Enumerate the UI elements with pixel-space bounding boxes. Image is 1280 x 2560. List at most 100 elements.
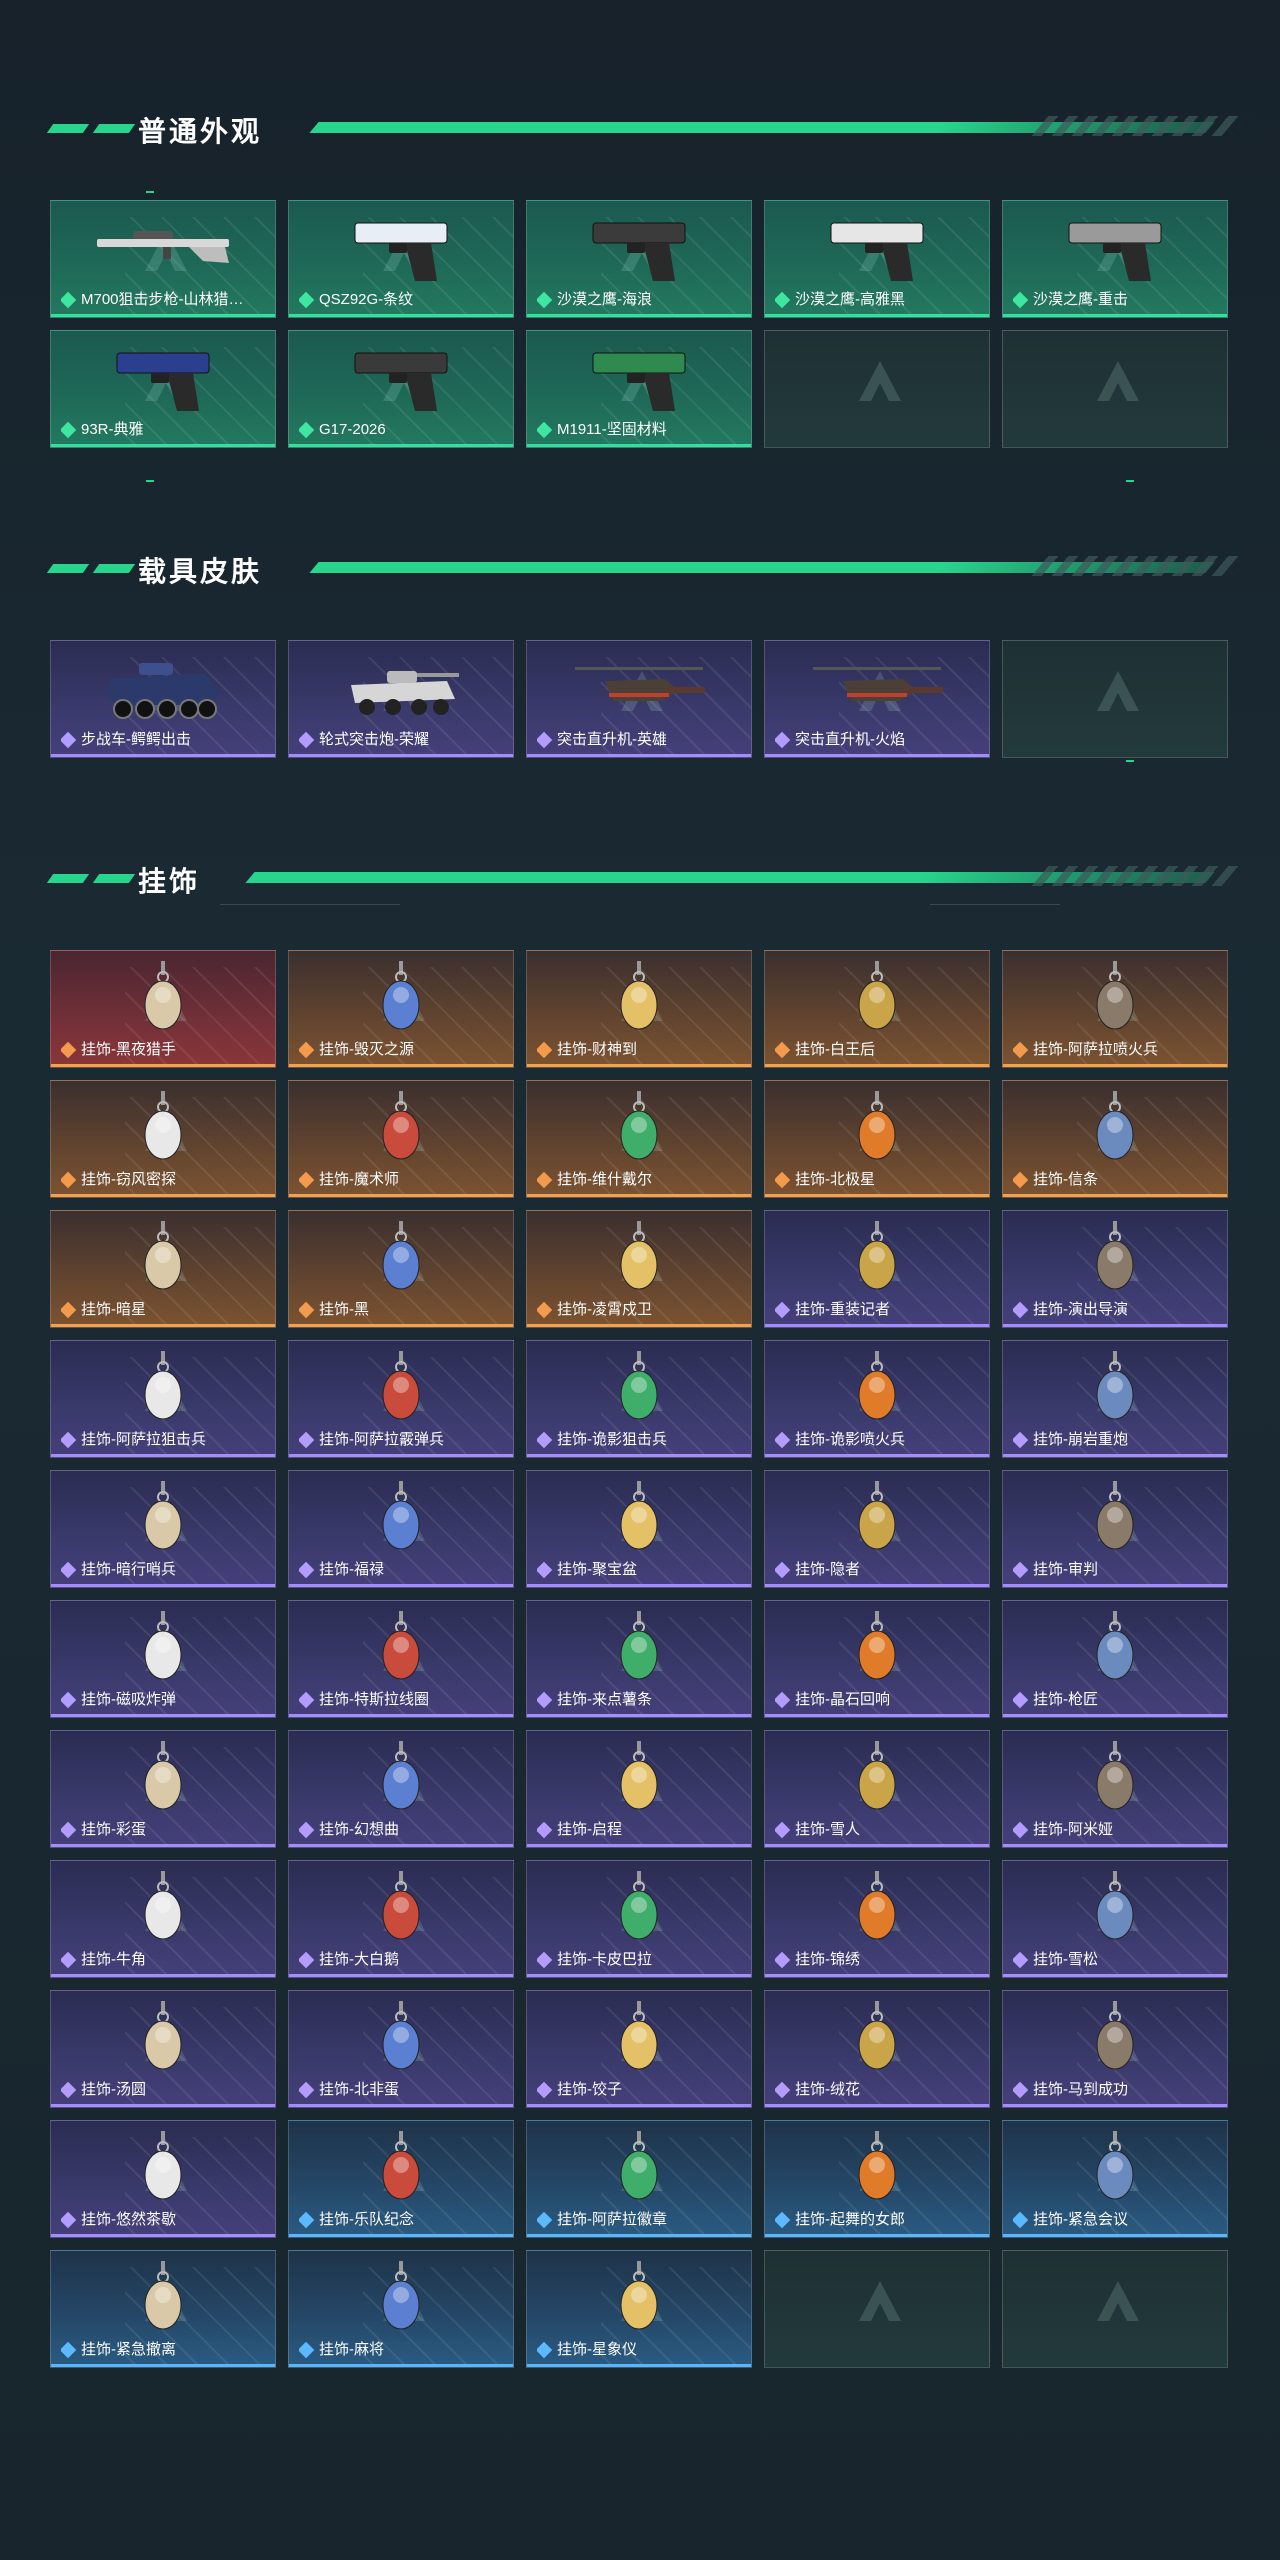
charm-tile[interactable]: 挂饰-饺子	[526, 1990, 752, 2108]
charm-label: 挂饰-汤圆	[61, 2081, 146, 2099]
charm-tile[interactable]: 挂饰-起舞的女郎	[764, 2120, 990, 2238]
rarity-diamond-icon	[775, 2081, 791, 2099]
rarity-diamond-icon	[775, 2211, 791, 2229]
charm-tile[interactable]: 挂饰-北非蛋	[288, 1990, 514, 2108]
charm-tile[interactable]: 挂饰-演出导演	[1002, 1210, 1228, 1328]
charm-tile[interactable]: 挂饰-枪匠	[1002, 1600, 1228, 1718]
charm-tile[interactable]: 挂饰-财神到	[526, 950, 752, 1068]
rarity-diamond-icon	[61, 1041, 77, 1059]
charm-tile[interactable]: 挂饰-悠然茶歇	[50, 2120, 276, 2238]
weapon-skin-tile[interactable]: 沙漠之鹰-重击	[1002, 200, 1228, 318]
charm-tile[interactable]: 挂饰-阿萨拉狙击兵	[50, 1340, 276, 1458]
charm-tile[interactable]: 挂饰-维什戴尔	[526, 1080, 752, 1198]
vehicle-skin-tile[interactable]: 突击直升机-英雄	[526, 640, 752, 758]
charm-tile[interactable]: 挂饰-阿萨拉徽章	[526, 2120, 752, 2238]
item-name: 挂饰-绒花	[795, 2081, 860, 2098]
vehicle-skin-tile[interactable]: 突击直升机-火焰	[764, 640, 990, 758]
weapon-skin-tile[interactable]: 沙漠之鹰-海浪	[526, 200, 752, 318]
charm-tile[interactable]: 挂饰-大白鹅	[288, 1860, 514, 1978]
charm-tile[interactable]: 挂饰-凌霄戍卫	[526, 1210, 752, 1328]
item-name: 挂饰-锦绣	[795, 1951, 860, 1968]
charm-label: 挂饰-重装记者	[775, 1301, 890, 1319]
rarity-diamond-icon	[299, 1821, 315, 1839]
charm-tile[interactable]: 挂饰-重装记者	[764, 1210, 990, 1328]
charm-label: 挂饰-隐者	[775, 1561, 860, 1579]
rarity-diamond-icon	[1013, 1171, 1029, 1189]
charm-tile[interactable]: 挂饰-锦绣	[764, 1860, 990, 1978]
charm-tile[interactable]: 挂饰-魔术师	[288, 1080, 514, 1198]
charm-tile[interactable]: 挂饰-马到成功	[1002, 1990, 1228, 2108]
charm-tile[interactable]: 挂饰-福禄	[288, 1470, 514, 1588]
rarity-diamond-icon	[537, 421, 553, 439]
charm-tile[interactable]: 挂饰-崩岩重炮	[1002, 1340, 1228, 1458]
rarity-diamond-icon	[1013, 291, 1029, 309]
charm-label: 挂饰-聚宝盆	[537, 1561, 637, 1579]
charm-tile[interactable]: 挂饰-牛角	[50, 1860, 276, 1978]
charm-tile[interactable]: 挂饰-诡影狙击兵	[526, 1340, 752, 1458]
deco-mark	[1126, 760, 1134, 762]
charm-label: 挂饰-星象仪	[537, 2341, 637, 2359]
charm-tile[interactable]: 挂饰-雪人	[764, 1730, 990, 1848]
item-name: 挂饰-雪松	[1033, 1951, 1098, 1968]
charm-tile[interactable]: 挂饰-毁灭之源	[288, 950, 514, 1068]
watermark-logo-icon	[1097, 671, 1139, 711]
charm-tile[interactable]: 挂饰-特斯拉线圈	[288, 1600, 514, 1718]
charm-tile[interactable]: 挂饰-阿米娅	[1002, 1730, 1228, 1848]
charm-tile[interactable]: 挂饰-阿萨拉喷火兵	[1002, 950, 1228, 1068]
charm-tile[interactable]: 挂饰-汤圆	[50, 1990, 276, 2108]
charm-tile[interactable]: 挂饰-紧急会议	[1002, 2120, 1228, 2238]
charm-tile[interactable]: 挂饰-乐队纪念	[288, 2120, 514, 2238]
charm-label: 挂饰-北极星	[775, 1171, 875, 1189]
weapon-skin-tile[interactable]: QSZ92G-条纹	[288, 200, 514, 318]
weapon-skin-label: M1911-坚固材料	[537, 421, 667, 439]
charm-tile[interactable]: 挂饰-信条	[1002, 1080, 1228, 1198]
charm-tile[interactable]: 挂饰-阿萨拉霰弹兵	[288, 1340, 514, 1458]
weapon-skin-grid: M700狙击步枪-山林猎… QSZ92G-条纹 沙漠之鹰-海浪 沙漠之鹰-高雅黑 沙漠之…	[50, 200, 1228, 448]
charm-tile[interactable]: 挂饰-黑	[288, 1210, 514, 1328]
charm-tile[interactable]: 挂饰-白王后	[764, 950, 990, 1068]
charm-tile[interactable]: 挂饰-幻想曲	[288, 1730, 514, 1848]
charm-label: 挂饰-魔术师	[299, 1171, 399, 1189]
charm-tile[interactable]: 挂饰-聚宝盆	[526, 1470, 752, 1588]
charm-tile[interactable]: 挂饰-隐者	[764, 1470, 990, 1588]
charm-tile[interactable]: 挂饰-彩蛋	[50, 1730, 276, 1848]
rarity-diamond-icon	[61, 1561, 77, 1579]
charm-tile[interactable]: 挂饰-磁吸炸弹	[50, 1600, 276, 1718]
charm-tile[interactable]: 挂饰-卡皮巴拉	[526, 1860, 752, 1978]
vehicle-skin-tile[interactable]: 步战车-鳄鳄出击	[50, 640, 276, 758]
charm-tile[interactable]: 挂饰-诡影喷火兵	[764, 1340, 990, 1458]
weapon-skin-tile[interactable]: 93R-典雅	[50, 330, 276, 448]
vehicle-skin-tile[interactable]: 轮式突击炮-荣耀	[288, 640, 514, 758]
rarity-diamond-icon	[61, 731, 77, 749]
charm-tile[interactable]: 挂饰-麻将	[288, 2250, 514, 2368]
charm-tile[interactable]: 挂饰-窃风密探	[50, 1080, 276, 1198]
rarity-diamond-icon	[775, 1431, 791, 1449]
weapon-skin-tile[interactable]: M700狙击步枪-山林猎…	[50, 200, 276, 318]
charm-tile[interactable]: 挂饰-雪松	[1002, 1860, 1228, 1978]
charm-tile[interactable]: 挂饰-星象仪	[526, 2250, 752, 2368]
charm-tile[interactable]: 挂饰-来点薯条	[526, 1600, 752, 1718]
charm-icon	[144, 1091, 182, 1160]
item-name: M1911-坚固材料	[557, 421, 667, 438]
rarity-diamond-icon	[61, 1301, 77, 1319]
charm-tile[interactable]: 挂饰-黑夜猎手	[50, 950, 276, 1068]
charm-tile[interactable]: 挂饰-启程	[526, 1730, 752, 1848]
deco-mark	[1126, 480, 1134, 482]
charm-tile[interactable]: 挂饰-北极星	[764, 1080, 990, 1198]
charm-tile[interactable]: 挂饰-暗行哨兵	[50, 1470, 276, 1588]
charm-tile[interactable]: 挂饰-晶石回响	[764, 1600, 990, 1718]
item-name: 突击直升机-英雄	[557, 731, 667, 748]
rarity-diamond-icon	[1013, 1301, 1029, 1319]
charm-tile[interactable]: 挂饰-绒花	[764, 1990, 990, 2108]
charm-label: 挂饰-黑	[299, 1301, 369, 1319]
item-name: 挂饰-大白鹅	[319, 1951, 399, 1968]
charm-tile[interactable]: 挂饰-审判	[1002, 1470, 1228, 1588]
weapon-skin-tile[interactable]: G17-2026	[288, 330, 514, 448]
charm-tile[interactable]: 挂饰-暗星	[50, 1210, 276, 1328]
weapon-skin-tile[interactable]: M1911-坚固材料	[526, 330, 752, 448]
charm-label: 挂饰-阿萨拉徽章	[537, 2211, 667, 2229]
charm-label: 挂饰-来点薯条	[537, 1691, 652, 1709]
item-name: 挂饰-悠然茶歇	[81, 2211, 176, 2228]
charm-tile[interactable]: 挂饰-紧急撤离	[50, 2250, 276, 2368]
weapon-skin-tile[interactable]: 沙漠之鹰-高雅黑	[764, 200, 990, 318]
